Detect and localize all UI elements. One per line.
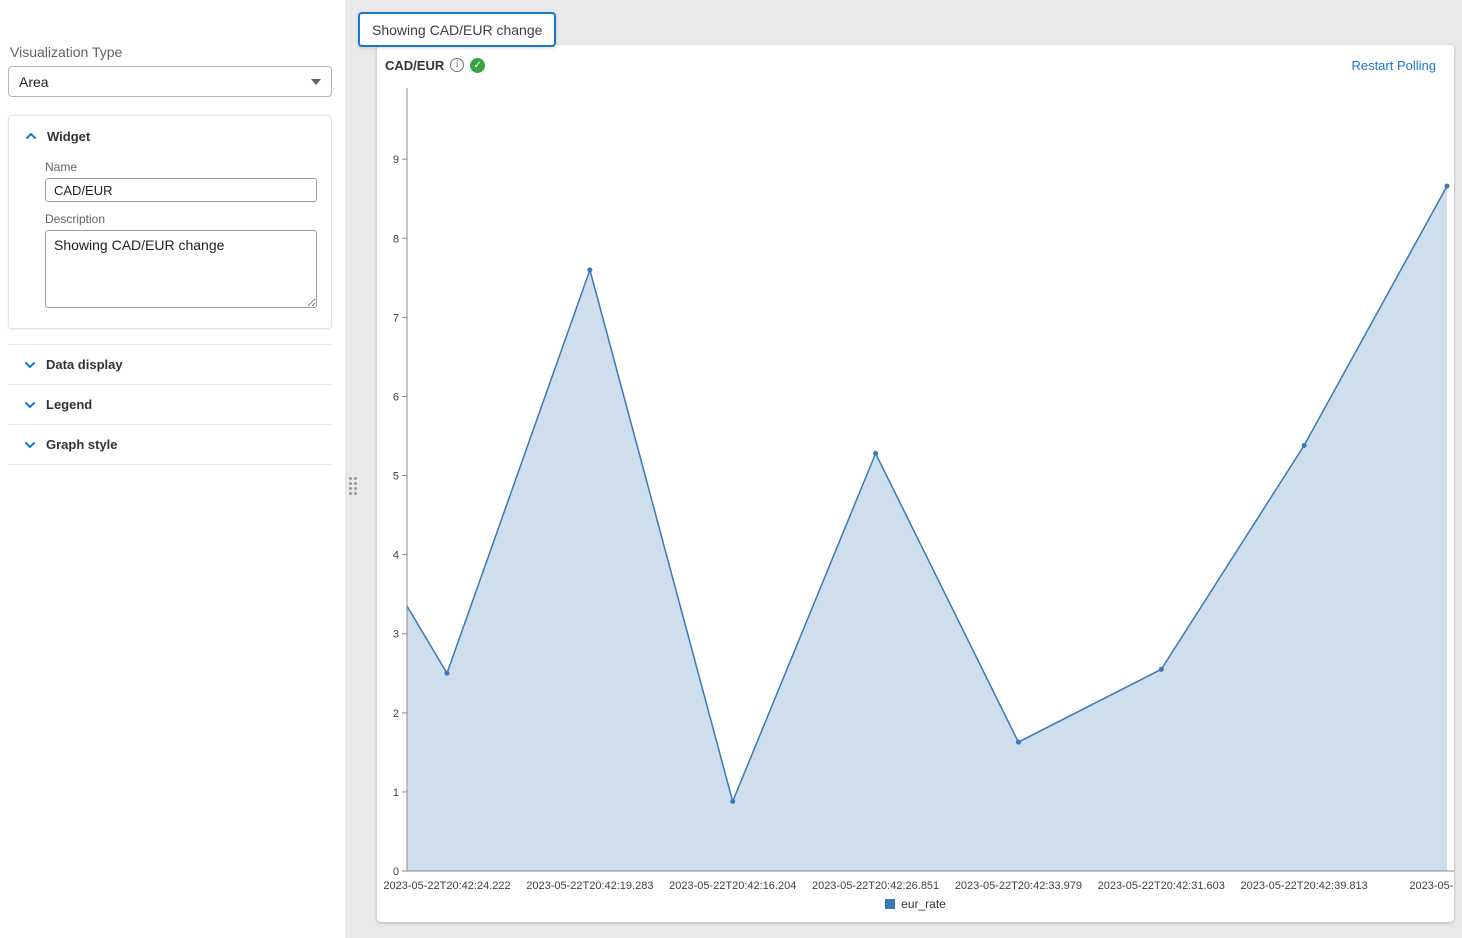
svg-text:5: 5 xyxy=(393,471,399,483)
status-check-icon: ✓ xyxy=(470,58,485,73)
visualization-type-select[interactable]: Area xyxy=(8,66,332,97)
section-data-display[interactable]: Data display xyxy=(8,345,332,385)
section-graph-style[interactable]: Graph style xyxy=(8,425,332,465)
svg-text:2023-05-22T20: 2023-05-22T20 xyxy=(1409,880,1454,892)
name-field-label: Name xyxy=(45,160,331,174)
description-field-label: Description xyxy=(45,212,331,226)
svg-text:2023-05-22T20:42:31.603: 2023-05-22T20:42:31.603 xyxy=(1098,880,1225,892)
section-label: Graph style xyxy=(46,437,118,452)
section-legend[interactable]: Legend xyxy=(8,385,332,425)
legend-label: eur_rate xyxy=(901,897,946,911)
legend-swatch xyxy=(885,899,895,909)
svg-text:2023-05-22T20:42:26.851: 2023-05-22T20:42:26.851 xyxy=(812,880,939,892)
chevron-down-icon xyxy=(22,397,38,413)
info-icon[interactable]: i xyxy=(450,58,464,72)
visualization-type-value: Area xyxy=(19,74,49,90)
chevron-up-icon xyxy=(23,128,39,144)
svg-text:2023-05-22T20:42:39.813: 2023-05-22T20:42:39.813 xyxy=(1241,880,1368,892)
svg-text:4: 4 xyxy=(393,550,399,562)
widget-description-textarea[interactable]: Showing CAD/EUR change xyxy=(45,230,317,308)
svg-text:3: 3 xyxy=(393,629,399,641)
description-tooltip-text: Showing CAD/EUR change xyxy=(372,22,542,38)
svg-text:7: 7 xyxy=(393,312,399,324)
widget-panel: Widget Name Description Showing CAD/EUR … xyxy=(8,115,332,329)
svg-text:2023-05-22T20:42:24.222: 2023-05-22T20:42:24.222 xyxy=(383,880,510,892)
widget-title: CAD/EUR xyxy=(385,58,444,73)
svg-text:2023-05-22T20:42:33.979: 2023-05-22T20:42:33.979 xyxy=(955,880,1082,892)
svg-text:8: 8 xyxy=(393,233,399,245)
settings-sidebar: Visualization Type Area Widget Name Desc… xyxy=(0,0,345,938)
restart-polling-link[interactable]: Restart Polling xyxy=(1351,58,1444,73)
chevron-down-icon xyxy=(22,357,38,373)
chart-legend: eur_rate xyxy=(377,897,1454,911)
widget-panel-title: Widget xyxy=(47,129,90,144)
svg-text:2: 2 xyxy=(393,708,399,720)
description-tooltip: Showing CAD/EUR change xyxy=(358,12,556,47)
chart-widget-card: CAD/EUR i ✓ Restart Polling 0 1 2 3 4 5 6 7 8 9 20… xyxy=(377,45,1454,922)
area-chart: 0 1 2 3 4 5 6 7 8 9 2023-05-22T20:42:24.222 2023-05… xyxy=(377,75,1454,895)
chevron-down-icon xyxy=(22,437,38,453)
dropdown-caret-icon xyxy=(311,79,321,85)
svg-text:1: 1 xyxy=(393,787,399,799)
svg-text:6: 6 xyxy=(393,391,399,403)
panel-divider xyxy=(345,0,360,938)
svg-text:9: 9 xyxy=(393,154,399,166)
svg-text:0: 0 xyxy=(393,866,399,878)
settings-sections: Data display Legend Graph style xyxy=(8,344,332,465)
visualization-type-label: Visualization Type xyxy=(10,44,122,60)
widget-name-input[interactable] xyxy=(45,178,317,202)
svg-text:2023-05-22T20:42:19.283: 2023-05-22T20:42:19.283 xyxy=(526,880,653,892)
panel-resize-handle[interactable] xyxy=(349,477,357,495)
chart-card-header: CAD/EUR i ✓ Restart Polling xyxy=(377,45,1454,75)
svg-text:2023-05-22T20:42:16.204: 2023-05-22T20:42:16.204 xyxy=(669,880,796,892)
section-label: Legend xyxy=(46,397,92,412)
section-label: Data display xyxy=(46,357,123,372)
widget-panel-header[interactable]: Widget xyxy=(9,116,331,150)
